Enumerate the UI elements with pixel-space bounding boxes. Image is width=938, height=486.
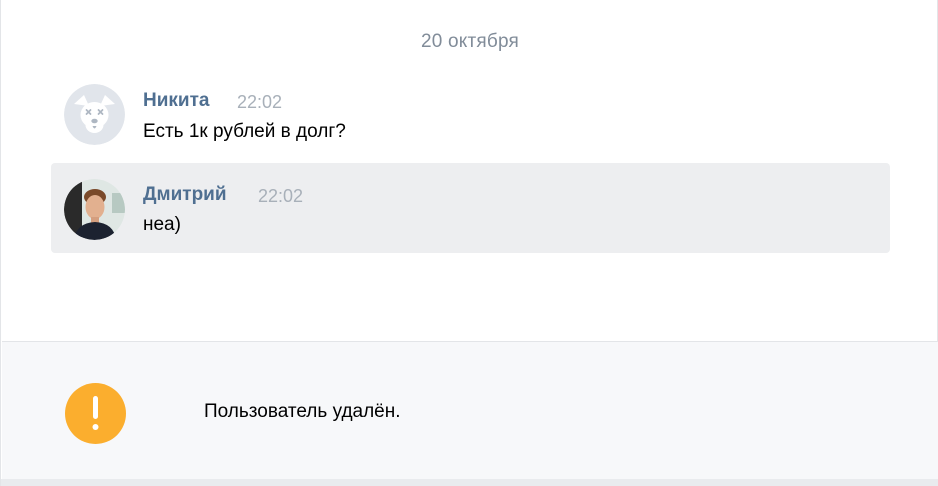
message-text: неа) [143,214,181,235]
message-item[interactable]: Никита 22:02 Есть 1к рублей в долг? [51,74,890,160]
dog-icon [64,84,125,145]
date-separator: 20 октября [420,31,520,52]
message-time[interactable]: 22:02 [258,186,303,207]
deleted-user-avatar[interactable] [64,84,125,145]
user-avatar[interactable] [64,179,125,240]
message-author[interactable]: Никита [143,90,209,112]
deleted-user-notice: Пользователь удалён. [2,341,938,479]
warning-icon [65,383,126,444]
message-time[interactable]: 22:02 [237,92,282,113]
notice-text: Пользователь удалён. [204,401,401,422]
chat-window: 20 октября Никита 22:02 Есть 1к рублей в… [0,0,938,486]
message-item[interactable]: Дмитрий 22:02 неа) [51,163,890,253]
message-author[interactable]: Дмитрий [143,184,227,206]
message-text: Есть 1к рублей в долг? [143,121,346,142]
bottom-divider [1,479,938,486]
user-photo [64,179,125,240]
